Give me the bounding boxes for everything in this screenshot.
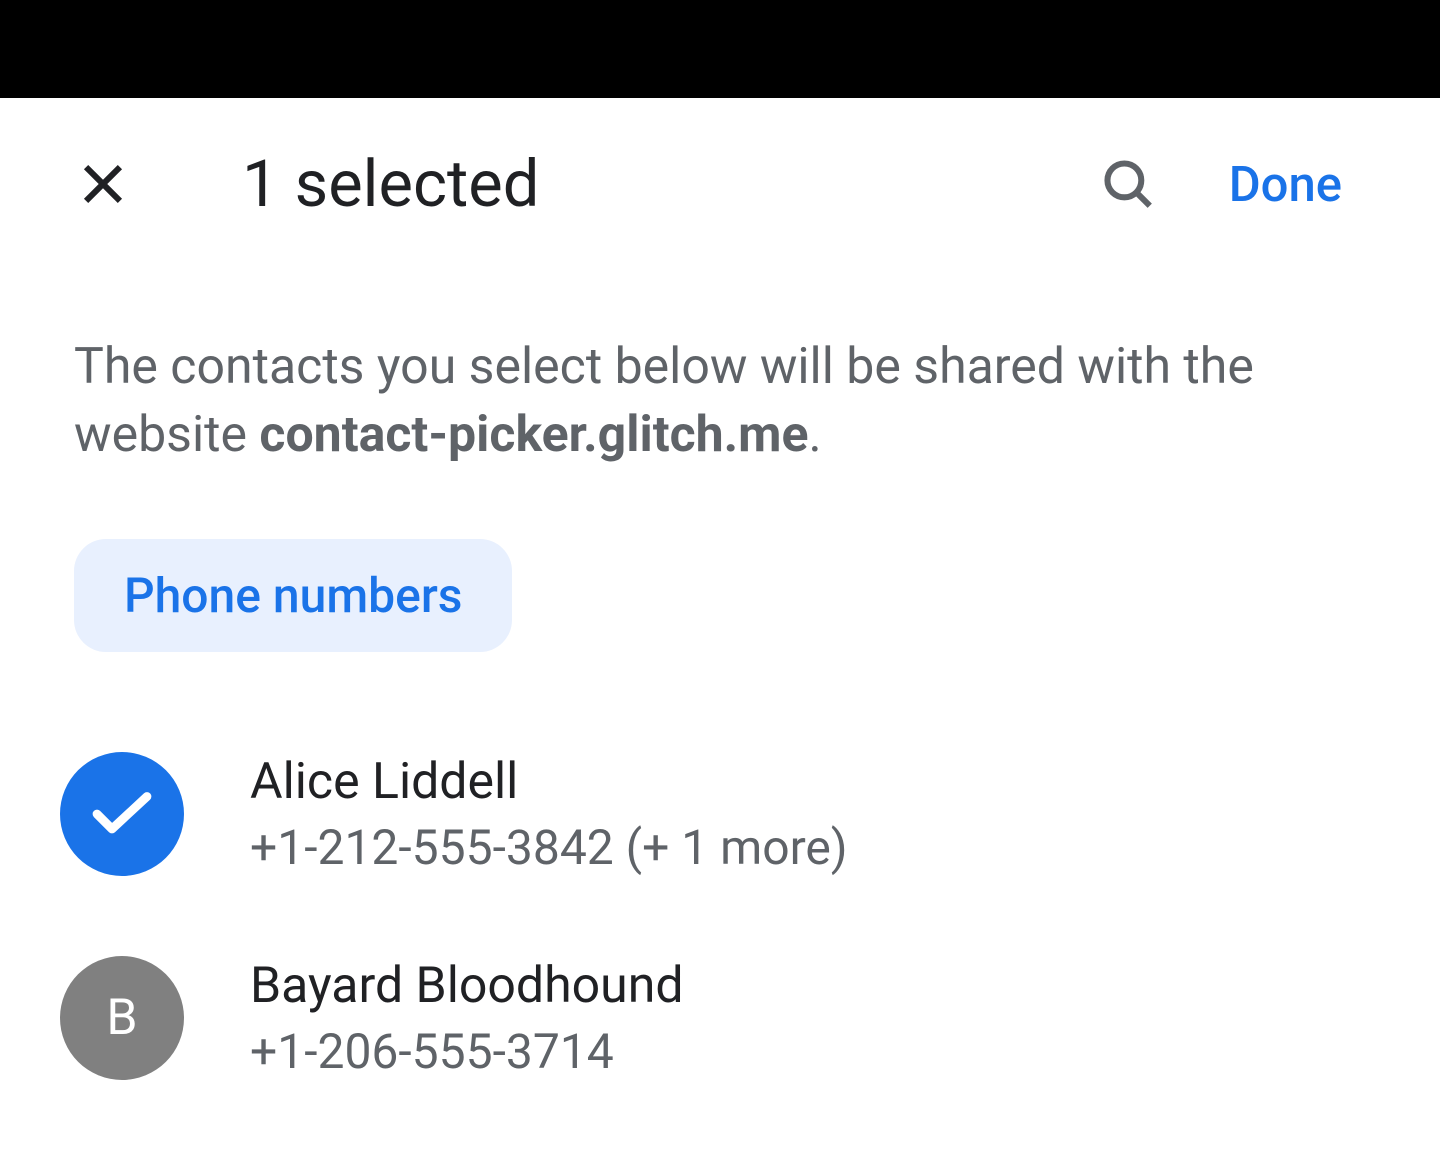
- chip-container: Phone numbers: [0, 469, 1440, 652]
- header: 1 selected Done: [0, 98, 1440, 260]
- close-icon: [74, 155, 132, 213]
- filter-chip-phone-numbers[interactable]: Phone numbers: [74, 539, 512, 652]
- contact-name: Alice Liddell: [250, 753, 848, 811]
- contact-avatar-selected: [60, 752, 184, 876]
- description-suffix: .: [808, 406, 821, 464]
- contact-phone: +1-212-555-3842 (+ 1 more): [250, 819, 848, 876]
- contact-name: Bayard Bloodhound: [250, 957, 684, 1015]
- description-domain: contact-picker.glitch.me: [259, 406, 808, 464]
- contact-info: Bayard Bloodhound +1-206-555-3714: [250, 957, 684, 1080]
- search-button[interactable]: [1099, 155, 1157, 213]
- close-button[interactable]: [74, 155, 132, 213]
- checkmark-icon: [92, 790, 152, 838]
- contact-phone: +1-206-555-3714: [250, 1023, 684, 1080]
- header-title: 1 selected: [242, 146, 1099, 222]
- contact-info: Alice Liddell +1-212-555-3842 (+ 1 more): [250, 753, 848, 876]
- contact-list: Alice Liddell +1-212-555-3842 (+ 1 more)…: [0, 652, 1440, 1140]
- search-icon: [1099, 155, 1157, 213]
- share-description: The contacts you select below will be sh…: [0, 260, 1440, 469]
- done-button[interactable]: Done: [1229, 156, 1366, 213]
- contact-avatar: B: [60, 956, 184, 1080]
- status-bar: [0, 0, 1440, 98]
- contact-item[interactable]: B Bayard Bloodhound +1-206-555-3714: [60, 936, 1380, 1140]
- contact-item[interactable]: Alice Liddell +1-212-555-3842 (+ 1 more): [60, 732, 1380, 936]
